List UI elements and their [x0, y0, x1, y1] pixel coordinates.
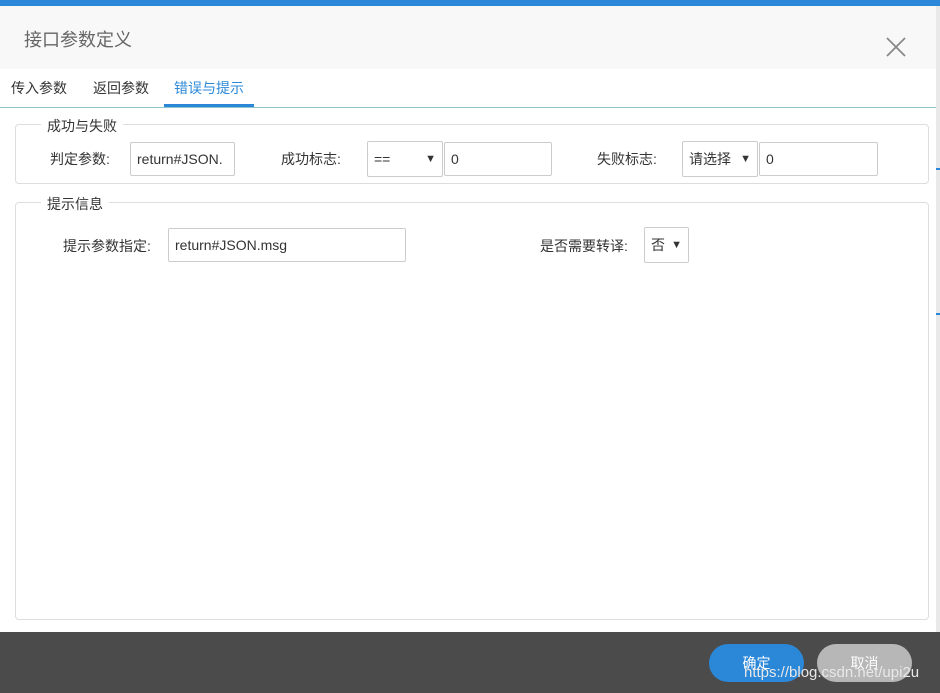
chevron-down-icon: ▼ — [740, 153, 751, 165]
dialog-title: 接口参数定义 — [24, 30, 132, 50]
judge-param-input[interactable]: return#JSON. — [130, 142, 235, 176]
edge-marker — [936, 313, 940, 315]
success-operator-select[interactable]: == ▼ — [367, 141, 443, 177]
fail-flag-label: 失败标志: — [597, 151, 657, 167]
success-operator-value: == — [374, 151, 391, 167]
fail-operator-value: 请选择 — [689, 151, 731, 167]
tab-bar: 传入参数 返回参数 错误与提示 — [0, 69, 936, 108]
hint-param-label: 提示参数指定: — [63, 238, 151, 254]
close-icon — [886, 37, 906, 57]
escape-label: 是否需要转译: — [540, 238, 628, 254]
success-fail-legend: 成功与失败 — [41, 116, 123, 136]
dialog-footer: 确定 取消 — [0, 632, 940, 693]
dialog-header: 接口参数定义 — [0, 6, 936, 69]
hint-legend: 提示信息 — [41, 194, 109, 214]
window-scroll-edge — [936, 6, 940, 632]
success-value-input[interactable]: 0 — [444, 142, 552, 176]
judge-param-label: 判定参数: — [50, 151, 110, 167]
fail-operator-select[interactable]: 请选择 ▼ — [682, 141, 758, 177]
watermark-text: https://blog.csdn.net/upi2u — [744, 664, 920, 681]
tab-errors-hints[interactable]: 错误与提示 — [164, 69, 254, 107]
hint-param-input[interactable]: return#JSON.msg — [168, 228, 406, 262]
close-button[interactable] — [884, 35, 908, 59]
escape-select[interactable]: 否 ▼ — [644, 227, 689, 263]
edge-marker — [936, 168, 940, 170]
tab-input-params[interactable]: 传入参数 — [1, 69, 77, 107]
hint-fieldset — [15, 202, 929, 620]
chevron-down-icon: ▼ — [671, 239, 682, 251]
chevron-down-icon: ▼ — [425, 153, 436, 165]
fail-value-input[interactable]: 0 — [759, 142, 878, 176]
success-flag-label: 成功标志: — [281, 151, 341, 167]
tab-return-params[interactable]: 返回参数 — [83, 69, 159, 107]
escape-value: 否 — [651, 237, 665, 253]
